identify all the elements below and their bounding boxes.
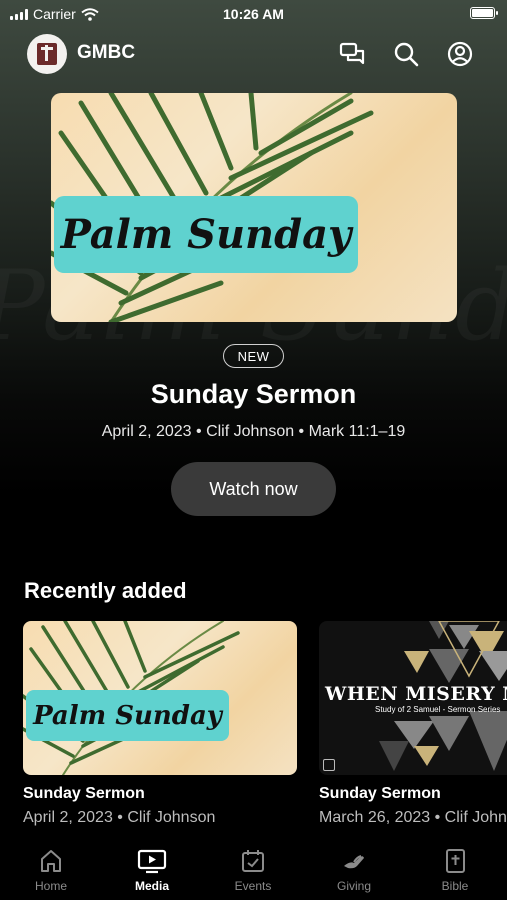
top-bar: GMBC bbox=[0, 32, 507, 76]
tab-bar: Home Media Events Giving Bible bbox=[0, 840, 507, 900]
recent-item-thumbnail[interactable]: WHEN MISERY MEETS Study of 2 Samuel - Se… bbox=[319, 621, 507, 775]
search-icon[interactable] bbox=[392, 40, 420, 68]
watch-now-button[interactable]: Watch now bbox=[171, 462, 336, 516]
recent-item-meta: April 2, 2023 • Clif Johnson bbox=[23, 809, 216, 826]
tab-bible[interactable]: Bible bbox=[415, 848, 495, 893]
status-bar: Carrier 10:26 AM bbox=[0, 0, 507, 30]
recent-item-title: Sunday Sermon bbox=[23, 785, 145, 802]
tab-giving[interactable]: Giving bbox=[314, 848, 394, 893]
battery-icon bbox=[470, 7, 498, 19]
recent-item-meta: March 26, 2023 • Clif Johnson bbox=[319, 809, 507, 826]
new-badge: NEW bbox=[223, 344, 284, 368]
logo-chip-icon bbox=[323, 759, 335, 771]
bible-icon bbox=[446, 849, 465, 873]
hero-meta: April 2, 2023 • Clif Johnson • Mark 11:1… bbox=[101, 423, 406, 440]
tab-label: Giving bbox=[336, 879, 371, 893]
tab-label: Bible bbox=[441, 879, 469, 893]
hero-artwork-title: Palm Sunday bbox=[54, 196, 358, 273]
recent-item-thumbnail[interactable]: Palm Sunday bbox=[23, 621, 297, 775]
hero-artwork[interactable]: Palm Sunday bbox=[51, 93, 457, 322]
recent-item-artwork-title: WHEN MISERY MEETS bbox=[325, 683, 507, 705]
recently-added-heading: Recently added bbox=[24, 578, 187, 603]
tab-label: Events bbox=[234, 879, 272, 893]
tab-events[interactable]: Events bbox=[213, 848, 293, 893]
chat-icon[interactable] bbox=[338, 40, 366, 68]
hero-title: Sunday Sermon bbox=[150, 379, 357, 409]
tab-media[interactable]: Media bbox=[112, 848, 192, 893]
giving-icon bbox=[344, 855, 364, 869]
tab-home[interactable]: Home bbox=[11, 848, 91, 893]
status-time: 10:26 AM bbox=[223, 6, 284, 22]
brand-name: GMBC bbox=[77, 42, 136, 63]
recent-item-title: Sunday Sermon bbox=[319, 785, 441, 802]
media-icon bbox=[137, 849, 167, 874]
bible-logo-icon bbox=[37, 43, 57, 65]
account-icon[interactable] bbox=[446, 40, 474, 68]
tab-label: Home bbox=[34, 879, 67, 893]
recent-item-artwork-subtitle: Study of 2 Samuel - Sermon Series bbox=[375, 705, 501, 714]
calendar-icon bbox=[242, 850, 264, 872]
church-logo[interactable] bbox=[27, 34, 67, 74]
home-icon bbox=[41, 850, 61, 872]
recent-item-artwork-title: Palm Sunday bbox=[26, 690, 229, 741]
tab-label: Media bbox=[134, 879, 169, 893]
